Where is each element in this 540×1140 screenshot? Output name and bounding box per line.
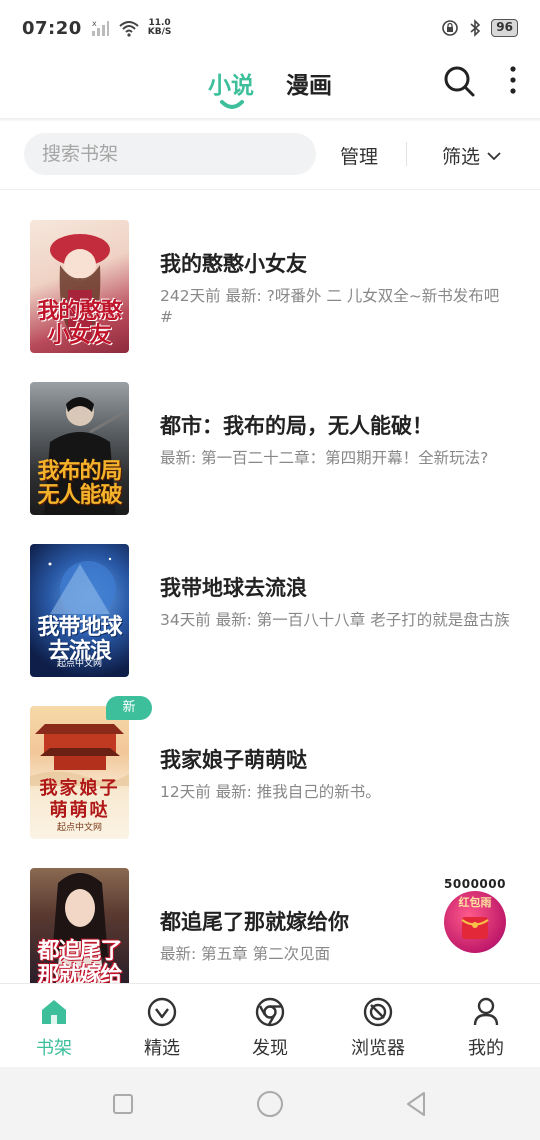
nav-mine[interactable]: 我的 bbox=[432, 984, 540, 1068]
nav-featured[interactable]: 精选 bbox=[108, 984, 216, 1068]
nav-label: 我的 bbox=[468, 1038, 504, 1059]
red-packet-rain-widget[interactable]: 5000000 红包雨 bbox=[440, 877, 510, 957]
book-title: 我家娘子萌萌哒 bbox=[160, 748, 307, 772]
nav-browser[interactable]: 浏览器 bbox=[324, 984, 432, 1068]
back-icon[interactable] bbox=[402, 1089, 432, 1119]
recent-apps-icon[interactable] bbox=[108, 1089, 138, 1119]
nav-label: 书架 bbox=[36, 1038, 72, 1059]
svg-text:x: x bbox=[92, 19, 97, 28]
book-latest: 34天前 最新: 第一百八十八章 老子打的就是盘古族 bbox=[160, 611, 510, 629]
book-cover: 我家娘子萌萌哒 起点中文网 bbox=[30, 706, 129, 839]
red-packet-amount: 5000000 bbox=[444, 877, 506, 891]
lock-rotation-icon bbox=[442, 20, 459, 36]
tab-active-indicator bbox=[220, 100, 244, 109]
cover-title: 都追尾了那就嫁给你 bbox=[37, 939, 122, 984]
book-title: 都市：我布的局，无人能破！ bbox=[160, 414, 433, 438]
book-latest: 242天前 最新: ?呀番外 二 儿女双全~新书发布吧# bbox=[160, 287, 500, 326]
book-cover: 我布的局无人能破 bbox=[30, 382, 129, 515]
cover-publisher: 起点中文网 bbox=[56, 659, 102, 669]
nav-bookshelf[interactable]: 书架 bbox=[0, 984, 108, 1068]
chevron-down-icon bbox=[487, 151, 501, 160]
separator bbox=[406, 142, 407, 166]
cover-publisher: 起点中文网 bbox=[56, 823, 102, 833]
compass-icon bbox=[255, 997, 285, 1027]
bottom-nav: 书架 精选 发现 浏览器 我的 bbox=[0, 983, 540, 1067]
status-left: 07:20 x 11.0 KB/S bbox=[22, 18, 171, 39]
book-latest: 12天前 最新: 推我自己的新书。 bbox=[160, 783, 381, 801]
bluetooth-icon bbox=[470, 19, 481, 37]
bookshelf-search-input[interactable] bbox=[24, 133, 316, 175]
more-vertical-icon[interactable] bbox=[503, 64, 523, 98]
top-bar: 小说 漫画 bbox=[0, 56, 540, 120]
battery-indicator: 96 bbox=[491, 19, 518, 37]
filter-label: 筛选 bbox=[442, 146, 481, 168]
browser-icon bbox=[363, 997, 393, 1027]
status-right: 96 bbox=[441, 19, 518, 37]
book-item[interactable]: 我带地球去流浪 起点中文网 我带地球去流浪 34天前 最新: 第一百八十八章 老… bbox=[0, 544, 540, 694]
wifi-icon bbox=[119, 21, 139, 37]
home-icon bbox=[42, 1000, 66, 1024]
cover-title: 我布的局无人能破 bbox=[37, 459, 122, 508]
book-latest: 最新: 第一百二十二章：第四期开幕！全新玩法? bbox=[160, 449, 489, 467]
new-badge: 新 bbox=[106, 696, 152, 720]
book-cover: 都追尾了那就嫁给你 bbox=[30, 868, 129, 983]
nav-label: 浏览器 bbox=[351, 1038, 405, 1059]
status-bar: 07:20 x 11.0 KB/S 96 bbox=[0, 0, 540, 56]
diamond-icon bbox=[147, 997, 177, 1027]
search-icon[interactable] bbox=[442, 64, 476, 98]
search-row: 管理 筛选 bbox=[0, 122, 540, 190]
net-speed-unit: KB/S bbox=[147, 27, 172, 37]
book-title: 我带地球去流浪 bbox=[160, 576, 307, 600]
book-item[interactable]: 我的憨憨小女友 我的憨憨小女友 242天前 最新: ?呀番外 二 儿女双全~新书… bbox=[0, 220, 540, 370]
status-time: 07:20 bbox=[22, 17, 82, 39]
book-cover: 我带地球去流浪 起点中文网 bbox=[30, 544, 129, 677]
user-icon bbox=[473, 997, 499, 1026]
nav-label: 精选 bbox=[144, 1038, 180, 1059]
book-item[interactable]: 我布的局无人能破 都市：我布的局，无人能破！ 最新: 第一百二十二章：第四期开幕… bbox=[0, 382, 540, 532]
signal-icon: x bbox=[91, 19, 109, 36]
book-cover: 我的憨憨小女友 bbox=[30, 220, 129, 353]
book-title: 我的憨憨小女友 bbox=[160, 252, 307, 276]
net-speed: 11.0 KB/S bbox=[148, 19, 172, 37]
home-button-icon[interactable] bbox=[255, 1089, 285, 1119]
tab-comic[interactable]: 漫画 bbox=[286, 66, 332, 100]
system-nav-bar bbox=[0, 1067, 540, 1140]
book-item[interactable]: 我家娘子萌萌哒 起点中文网 新 我家娘子萌萌哒 12天前 最新: 推我自己的新书… bbox=[0, 696, 540, 856]
book-title: 都追尾了那就嫁给你 bbox=[160, 910, 349, 934]
manage-button[interactable]: 管理 bbox=[340, 142, 378, 169]
filter-button[interactable]: 筛选 bbox=[442, 142, 502, 169]
cover-title: 我家娘子萌萌哒 bbox=[39, 778, 120, 821]
nav-discover[interactable]: 发现 bbox=[216, 984, 324, 1068]
cover-title: 我的憨憨小女友 bbox=[37, 299, 122, 348]
nav-label: 发现 bbox=[252, 1038, 288, 1059]
red-packet-label: 红包雨 bbox=[458, 896, 492, 909]
tab-novel[interactable]: 小说 bbox=[208, 66, 254, 100]
